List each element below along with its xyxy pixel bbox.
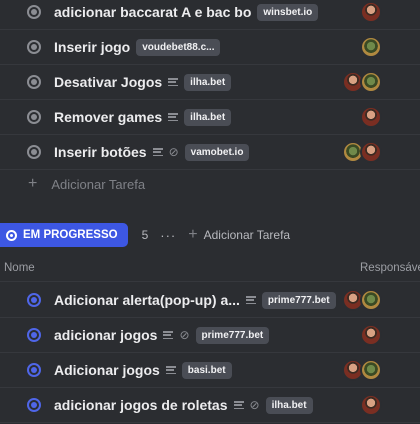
column-header-row: Nome Responsáve <box>0 256 420 282</box>
assignee-avatars[interactable] <box>342 359 382 381</box>
task-name[interactable]: adicionar jogos de roletas <box>54 397 228 413</box>
avatar[interactable] <box>360 359 382 381</box>
avatar[interactable] <box>360 324 382 346</box>
description-icon <box>168 113 179 121</box>
task-tag[interactable]: winsbet.io <box>257 3 319 21</box>
task-name[interactable]: Inserir botões <box>54 144 147 160</box>
description-icon <box>152 148 163 156</box>
task-status-icon[interactable] <box>27 110 41 124</box>
more-options-icon[interactable]: ··· <box>160 228 176 243</box>
task-title-group: Adicionar alerta(pop-up) a... prime777.be… <box>54 291 336 309</box>
task-title-group: Remover games ilha.bet <box>54 108 232 126</box>
task-tag[interactable]: voudebet88.c... <box>136 38 221 56</box>
group-add-task-label: Adicionar Tarefa <box>203 228 291 242</box>
assignee-avatars[interactable] <box>360 106 382 128</box>
plus-icon: + <box>188 226 198 243</box>
task-title-group: Inserir jogo voudebet88.c... <box>54 38 221 56</box>
avatar[interactable] <box>360 141 382 163</box>
add-task-label: Adicionar Tarefa <box>51 176 146 192</box>
assignee-avatars[interactable] <box>342 71 382 93</box>
attachment-icon: ⊘ <box>168 145 179 159</box>
task-status-icon[interactable] <box>27 40 41 54</box>
group-count: 5 <box>141 228 149 242</box>
task-row[interactable]: Inserir jogo voudebet88.c... <box>0 30 420 65</box>
attachment-icon: ⊘ <box>249 398 260 412</box>
task-tag[interactable]: basi.bet <box>181 361 232 379</box>
assignee-avatars[interactable] <box>360 36 382 58</box>
task-row[interactable]: Desativar Jogos ilha.bet <box>0 65 420 100</box>
task-title-group: Adicionar jogos basi.bet <box>54 361 232 379</box>
task-name[interactable]: Remover games <box>54 109 162 125</box>
task-title-group: adicionar jogos ⊘ prime777.bet <box>54 326 270 344</box>
avatar[interactable] <box>360 1 382 23</box>
task-status-icon[interactable] <box>27 145 41 159</box>
add-task-button[interactable]: + Adicionar Tarefa <box>28 176 145 192</box>
task-status-icon[interactable] <box>27 328 41 342</box>
assignee-avatars[interactable] <box>360 324 382 346</box>
task-status-icon[interactable] <box>27 5 41 19</box>
task-status-icon[interactable] <box>27 293 41 307</box>
task-row[interactable]: Inserir botões ⊘ vamobet.io <box>0 135 420 170</box>
assignee-avatars[interactable] <box>360 1 382 23</box>
task-tag[interactable]: vamobet.io <box>184 143 250 161</box>
avatar[interactable] <box>360 36 382 58</box>
attachment-icon: ⊘ <box>179 328 190 342</box>
task-row[interactable]: Adicionar alerta(pop-up) a... prime777.be… <box>0 283 420 318</box>
description-icon <box>165 366 176 374</box>
group-add-task-button[interactable]: + Adicionar Tarefa <box>188 227 290 243</box>
task-name[interactable]: Adicionar jogos <box>54 362 160 378</box>
status-pill[interactable]: EM PROGRESSO <box>0 223 128 247</box>
task-tag[interactable]: ilha.bet <box>184 108 232 126</box>
task-name[interactable]: Desativar Jogos <box>54 74 162 90</box>
avatar[interactable] <box>360 71 382 93</box>
avatar[interactable] <box>360 394 382 416</box>
task-title-group: Inserir botões ⊘ vamobet.io <box>54 143 250 161</box>
task-name[interactable]: Adicionar alerta(pop-up) a... <box>54 292 240 308</box>
status-label: EM PROGRESSO <box>23 229 118 241</box>
task-name[interactable]: Inserir jogo <box>54 39 130 55</box>
task-row[interactable]: adicionar baccarat A e bac bo winsbet.io <box>0 0 420 30</box>
task-title-group: Desativar Jogos ilha.bet <box>54 73 232 91</box>
description-icon <box>163 331 174 339</box>
task-name[interactable]: adicionar baccarat A e bac bo <box>54 4 251 20</box>
group-header-in-progress: EM PROGRESSO 5 ··· + Adicionar Tarefa <box>0 223 290 247</box>
description-icon <box>233 401 244 409</box>
task-status-icon[interactable] <box>27 75 41 89</box>
task-tag[interactable]: prime777.bet <box>261 291 336 309</box>
task-title-group: adicionar jogos de roletas ⊘ ilha.bet <box>54 396 313 414</box>
in-progress-icon <box>6 229 17 241</box>
avatar[interactable] <box>360 106 382 128</box>
plus-icon: + <box>28 175 38 192</box>
task-tag[interactable]: prime777.bet <box>195 326 270 344</box>
task-row[interactable]: Remover games ilha.bet <box>0 100 420 135</box>
column-header-name[interactable]: Nome <box>4 262 35 274</box>
description-icon <box>168 78 179 86</box>
task-row[interactable]: adicionar jogos de roletas ⊘ ilha.bet <box>0 388 420 423</box>
avatar[interactable] <box>360 289 382 311</box>
task-title-group: adicionar baccarat A e bac bo winsbet.io <box>54 3 319 21</box>
task-row[interactable]: adicionar jogos ⊘ prime777.bet <box>0 318 420 353</box>
task-status-icon[interactable] <box>27 363 41 377</box>
assignee-avatars[interactable] <box>360 394 382 416</box>
task-status-icon[interactable] <box>27 398 41 412</box>
assignee-avatars[interactable] <box>342 289 382 311</box>
column-header-assignee[interactable]: Responsáve <box>360 262 420 274</box>
task-tag[interactable]: ilha.bet <box>184 73 232 91</box>
task-name[interactable]: adicionar jogos <box>54 327 157 343</box>
assignee-avatars[interactable] <box>342 141 382 163</box>
description-icon <box>245 296 256 304</box>
task-tag[interactable]: ilha.bet <box>265 396 313 414</box>
task-row[interactable]: Adicionar jogos basi.bet <box>0 353 420 388</box>
